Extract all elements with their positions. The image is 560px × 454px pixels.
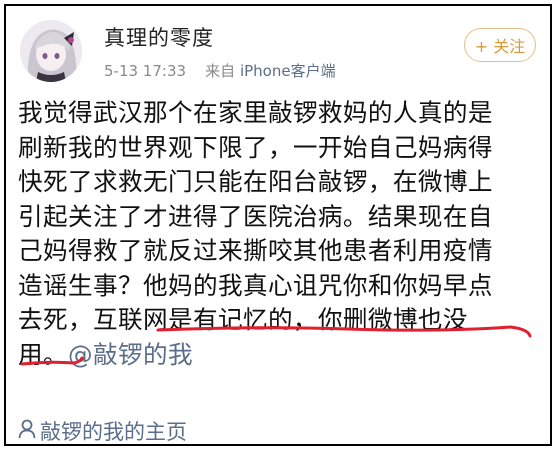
home-link-row[interactable]: 敲锣的我的主页 [18,416,187,444]
body-line: 刷新我的世界观下限了，一开始自己妈病得 [18,132,493,162]
username[interactable]: 真理的零度 [104,22,214,52]
body-line: 我觉得武汉那个在家里敲锣救妈的人真的是 [18,98,493,127]
follow-button[interactable]: + 关注 [464,28,536,62]
timestamp: 5-13 17:33 [104,62,187,80]
source-prefix: 来自 [205,62,236,80]
avatar[interactable] [20,20,82,82]
body-line: 去死，互联网是有记忆的，你删微博也没 [18,305,468,334]
weibo-post-card: 真理的零度 5-13 17:33 来自 iPhone客户端 + 关注 我觉得武汉… [4,4,552,446]
body-line: 快死了求救无门只能在阳台敲锣，在微博上 [18,167,493,196]
mention-link[interactable]: @敲锣的我 [68,340,193,369]
source-client: iPhone客户端 [239,62,336,80]
post-meta: 5-13 17:33 来自 iPhone客户端 [104,60,336,81]
body-text: 用。 [18,339,68,369]
body-line-last: 用。@敲锣的我 [18,338,538,373]
body-line: 造谣生事？他妈的我真心诅咒你和你妈早点 [18,270,493,300]
follow-label: + 关注 [474,37,526,56]
post-body: 我觉得武汉那个在家里敲锣救妈的人真的是 刷新我的世界观下限了，一开始自己妈病得 … [18,96,538,372]
body-line: 引起关注了才进得了医院治病。结果现在自 [18,201,493,231]
body-line: 己妈得救了就反过来撕咬其他患者利用疫情 [18,236,493,265]
person-icon [18,419,36,444]
home-link-label[interactable]: 敲锣的我的主页 [40,416,187,444]
